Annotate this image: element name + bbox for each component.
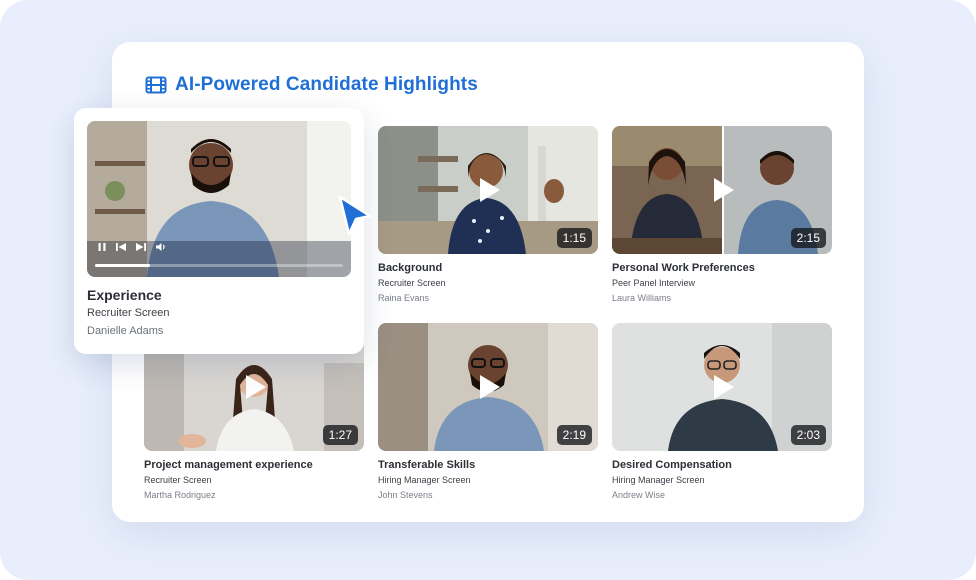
candidate-name: Andrew Wise bbox=[612, 490, 666, 500]
cursor-pointer-icon bbox=[338, 195, 372, 236]
skip-forward-icon[interactable] bbox=[135, 239, 147, 257]
video-title[interactable]: Desired Compensation bbox=[612, 459, 832, 471]
panel-header: AI-Powered Candidate Highlights bbox=[145, 72, 478, 98]
featured-interview-type: Recruiter Screen bbox=[87, 307, 170, 319]
duration-badge: 1:27 bbox=[322, 425, 358, 445]
progress-bar[interactable] bbox=[95, 264, 343, 267]
duration-badge: 2:19 bbox=[556, 425, 592, 445]
candidate-name: John Stevens bbox=[378, 490, 433, 500]
skip-back-icon[interactable] bbox=[115, 239, 127, 257]
video-title[interactable]: Transferable Skills bbox=[378, 459, 598, 471]
interview-type: Hiring Manager Screen bbox=[612, 475, 705, 485]
progress-fill bbox=[95, 264, 150, 267]
interview-type: Recruiter Screen bbox=[378, 278, 446, 288]
candidate-name: Laura Williams bbox=[612, 293, 672, 303]
play-icon[interactable] bbox=[471, 370, 505, 404]
film-icon bbox=[145, 76, 167, 94]
volume-icon[interactable] bbox=[155, 239, 167, 257]
video-title[interactable]: Project management experience bbox=[144, 459, 364, 471]
video-thumbnail[interactable]: 1:15 bbox=[378, 126, 598, 254]
video-thumbnail[interactable]: 2:19 bbox=[378, 323, 598, 451]
duration-badge: 1:15 bbox=[556, 228, 592, 248]
interview-type: Hiring Manager Screen bbox=[378, 475, 471, 485]
page-title: AI-Powered Candidate Highlights bbox=[175, 74, 478, 95]
video-card[interactable]: 2:03 Desired Compensation Hiring Manager… bbox=[612, 323, 832, 500]
video-player[interactable] bbox=[87, 121, 351, 277]
interview-type: Recruiter Screen bbox=[144, 475, 212, 485]
play-icon[interactable] bbox=[237, 370, 271, 404]
featured-candidate-name: Danielle Adams bbox=[87, 325, 164, 337]
interview-type: Peer Panel Interview bbox=[612, 278, 696, 288]
featured-video-title[interactable]: Experience bbox=[87, 287, 162, 303]
candidate-name: Martha Rodriguez bbox=[144, 490, 216, 500]
video-thumbnail[interactable]: 2:03 bbox=[612, 323, 832, 451]
candidate-name: Raina Evans bbox=[378, 293, 430, 303]
video-card[interactable]: 2:15 Personal Work Preferences Peer Pane… bbox=[612, 126, 832, 303]
duration-badge: 2:03 bbox=[790, 425, 826, 445]
play-icon[interactable] bbox=[471, 173, 505, 207]
duration-badge: 2:15 bbox=[790, 228, 826, 248]
player-controls bbox=[97, 239, 167, 257]
video-title[interactable]: Personal Work Preferences bbox=[612, 262, 832, 274]
video-thumbnail[interactable]: 2:15 bbox=[612, 126, 832, 254]
video-card[interactable]: 1:15 Background Recruiter Screen Raina E… bbox=[378, 126, 598, 303]
video-title[interactable]: Background bbox=[378, 262, 598, 274]
featured-video-card[interactable]: Experience Recruiter Screen Danielle Ada… bbox=[74, 108, 364, 354]
pause-icon[interactable] bbox=[97, 239, 107, 257]
video-card[interactable]: 2:19 Transferable Skills Hiring Manager … bbox=[378, 323, 598, 500]
play-icon[interactable] bbox=[705, 173, 739, 207]
play-icon[interactable] bbox=[705, 370, 739, 404]
